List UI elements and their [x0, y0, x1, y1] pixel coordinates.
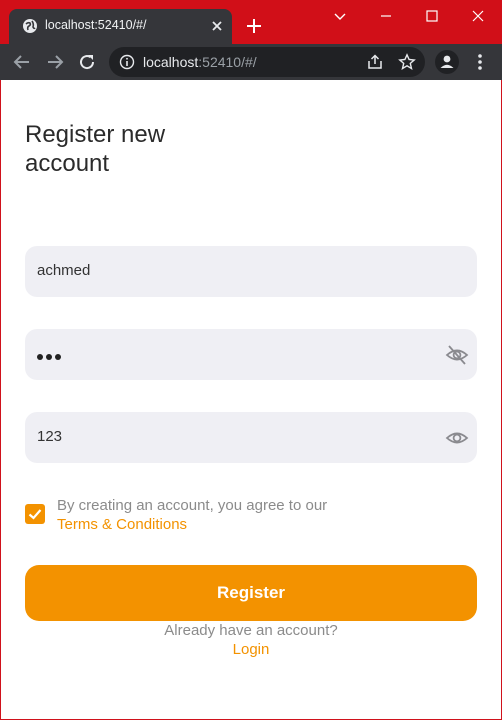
globe-icon	[23, 19, 37, 33]
forward-arrow-icon[interactable]	[45, 52, 65, 72]
info-icon[interactable]	[119, 54, 135, 70]
password-input[interactable]	[25, 329, 477, 380]
browser-tab[interactable]: localhost:52410/#/	[9, 9, 232, 44]
confirm-password-value: 123	[37, 428, 63, 445]
url-text[interactable]: localhost:52410/#/	[143, 54, 257, 70]
url-host: localhost	[143, 54, 199, 70]
share-icon[interactable]	[366, 53, 384, 71]
reload-icon[interactable]	[77, 52, 97, 72]
register-button[interactable]: Register	[25, 565, 477, 621]
eye-off-icon[interactable]	[445, 343, 469, 367]
browser-toolbar: localhost:52410/#/	[0, 44, 502, 80]
title-bar: localhost:52410/#/	[0, 0, 502, 44]
minimize-icon[interactable]	[376, 6, 396, 26]
username-input[interactable]: achmed	[25, 246, 477, 297]
page-title: Register new account	[25, 121, 166, 177]
terms-link[interactable]: Terms & Conditions	[57, 515, 187, 534]
username-value: achmed	[37, 262, 91, 279]
maximize-icon[interactable]	[422, 6, 442, 26]
bookmark-star-icon[interactable]	[398, 53, 416, 71]
confirm-password-input[interactable]: 123	[25, 412, 477, 463]
address-bar[interactable]: localhost:52410/#/	[109, 47, 425, 77]
new-tab-icon[interactable]	[244, 16, 264, 36]
tab-title: localhost:52410/#/	[45, 18, 147, 32]
close-tab-icon[interactable]	[209, 18, 225, 34]
profile-icon[interactable]	[435, 50, 459, 74]
browser-window: localhost:52410/#/ localhost:52410/#/ Re…	[0, 0, 502, 720]
back-arrow-icon[interactable]	[12, 52, 32, 72]
terms-checkbox[interactable]	[25, 504, 45, 524]
login-link[interactable]: Login	[1, 641, 501, 658]
close-window-icon[interactable]	[468, 6, 488, 26]
page-content: Register new account achmed 123 By creat…	[1, 80, 501, 719]
url-path: :52410/#/	[198, 54, 257, 70]
checkmark-icon	[28, 509, 42, 520]
eye-icon[interactable]	[445, 426, 469, 450]
more-menu-icon[interactable]	[470, 52, 490, 72]
already-have-account-text: Already have an account?	[164, 622, 338, 639]
password-dots	[37, 347, 64, 365]
terms-text: By creating an account, you agree to our	[57, 497, 328, 514]
tab-search-icon[interactable]	[330, 6, 350, 26]
